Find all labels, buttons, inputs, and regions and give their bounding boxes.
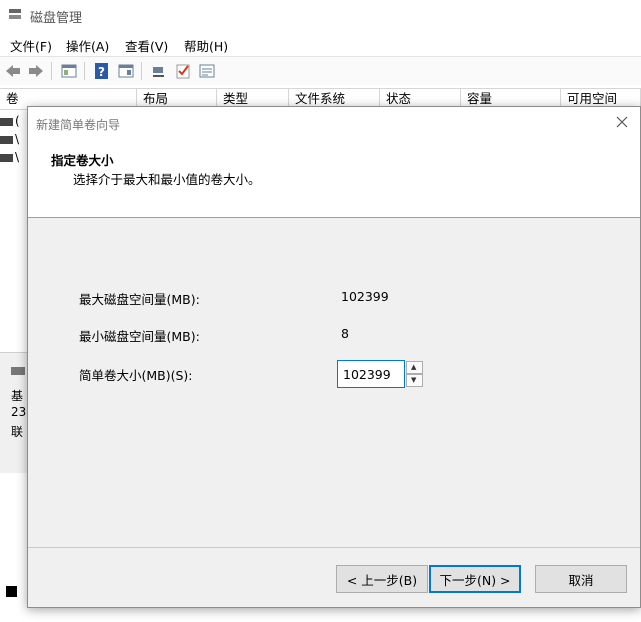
toolbar: ? — [0, 56, 641, 85]
page-title: 指定卷大小 — [51, 153, 114, 168]
disk-size: 23 — [11, 405, 27, 419]
back-arrow-icon[interactable] — [4, 62, 22, 80]
drive-icon — [0, 135, 13, 144]
properties-icon[interactable] — [117, 62, 135, 80]
legend-unallocated-swatch — [6, 586, 17, 597]
disk-management-icon — [9, 9, 21, 19]
cancel-button[interactable]: 取消 — [535, 565, 627, 593]
disk-status: 联 — [11, 425, 24, 439]
menu-action[interactable]: 操作(A) — [66, 36, 109, 55]
chevron-down-icon: ▼ — [411, 376, 417, 384]
drive-icon — [0, 153, 13, 162]
disk-label: 基 — [11, 389, 24, 403]
volume-row[interactable]: \ — [0, 132, 19, 146]
volume-size-input[interactable] — [337, 360, 405, 388]
next-button[interactable]: 下一步(N) > — [429, 565, 521, 593]
page-subtitle: 选择介于最大和最小值的卷大小。 — [73, 172, 261, 187]
wizard-header: 指定卷大小 选择介于最大和最小值的卷大小。 — [28, 139, 640, 218]
close-icon[interactable] — [614, 114, 630, 130]
max-space-value: 102399 — [341, 289, 389, 304]
min-space-label: 最小磁盘空间量(MB): — [79, 329, 200, 344]
volume-row[interactable]: \ — [0, 150, 19, 164]
max-space-label: 最大磁盘空间量(MB): — [79, 292, 200, 307]
volume-row[interactable]: ( — [0, 114, 20, 128]
disk-icon — [11, 367, 25, 375]
menu-view[interactable]: 查看(V) — [125, 36, 168, 55]
chevron-up-icon: ▲ — [411, 363, 417, 371]
menu-bar: 文件(F) 操作(A) 查看(V) 帮助(H) — [0, 33, 641, 55]
volume-size-label: 简单卷大小(MB)(S): — [79, 368, 193, 383]
volume-size-stepper: ▲ ▼ — [337, 360, 423, 388]
console-tree-icon[interactable] — [60, 62, 78, 80]
min-space-value: 8 — [341, 326, 349, 341]
dialog-title: 新建简单卷向导 — [36, 118, 121, 132]
increment-button[interactable]: ▲ — [406, 361, 423, 374]
help-icon[interactable]: ? — [93, 62, 111, 80]
new-simple-volume-wizard: 新建简单卷向导 指定卷大小 选择介于最大和最小值的卷大小。 最大磁盘空间量(MB… — [27, 106, 641, 608]
app-titlebar: 磁盘管理 — [0, 0, 641, 30]
app-title: 磁盘管理 — [30, 11, 83, 26]
back-button[interactable]: < 上一步(B) — [336, 565, 428, 593]
forward-arrow-icon[interactable] — [27, 62, 45, 80]
connect-icon[interactable] — [150, 62, 168, 80]
svg-text:?: ? — [98, 65, 105, 79]
check-icon[interactable] — [174, 62, 192, 80]
dialog-titlebar: 新建简单卷向导 — [28, 107, 640, 139]
legend — [0, 582, 30, 602]
drive-icon — [0, 117, 13, 126]
settings-list-icon[interactable] — [198, 62, 216, 80]
decrement-button[interactable]: ▼ — [406, 374, 423, 387]
menu-help[interactable]: 帮助(H) — [184, 36, 228, 55]
disk-map-pane: 基 23 联 — [0, 352, 30, 473]
menu-file[interactable]: 文件(F) — [10, 36, 52, 55]
